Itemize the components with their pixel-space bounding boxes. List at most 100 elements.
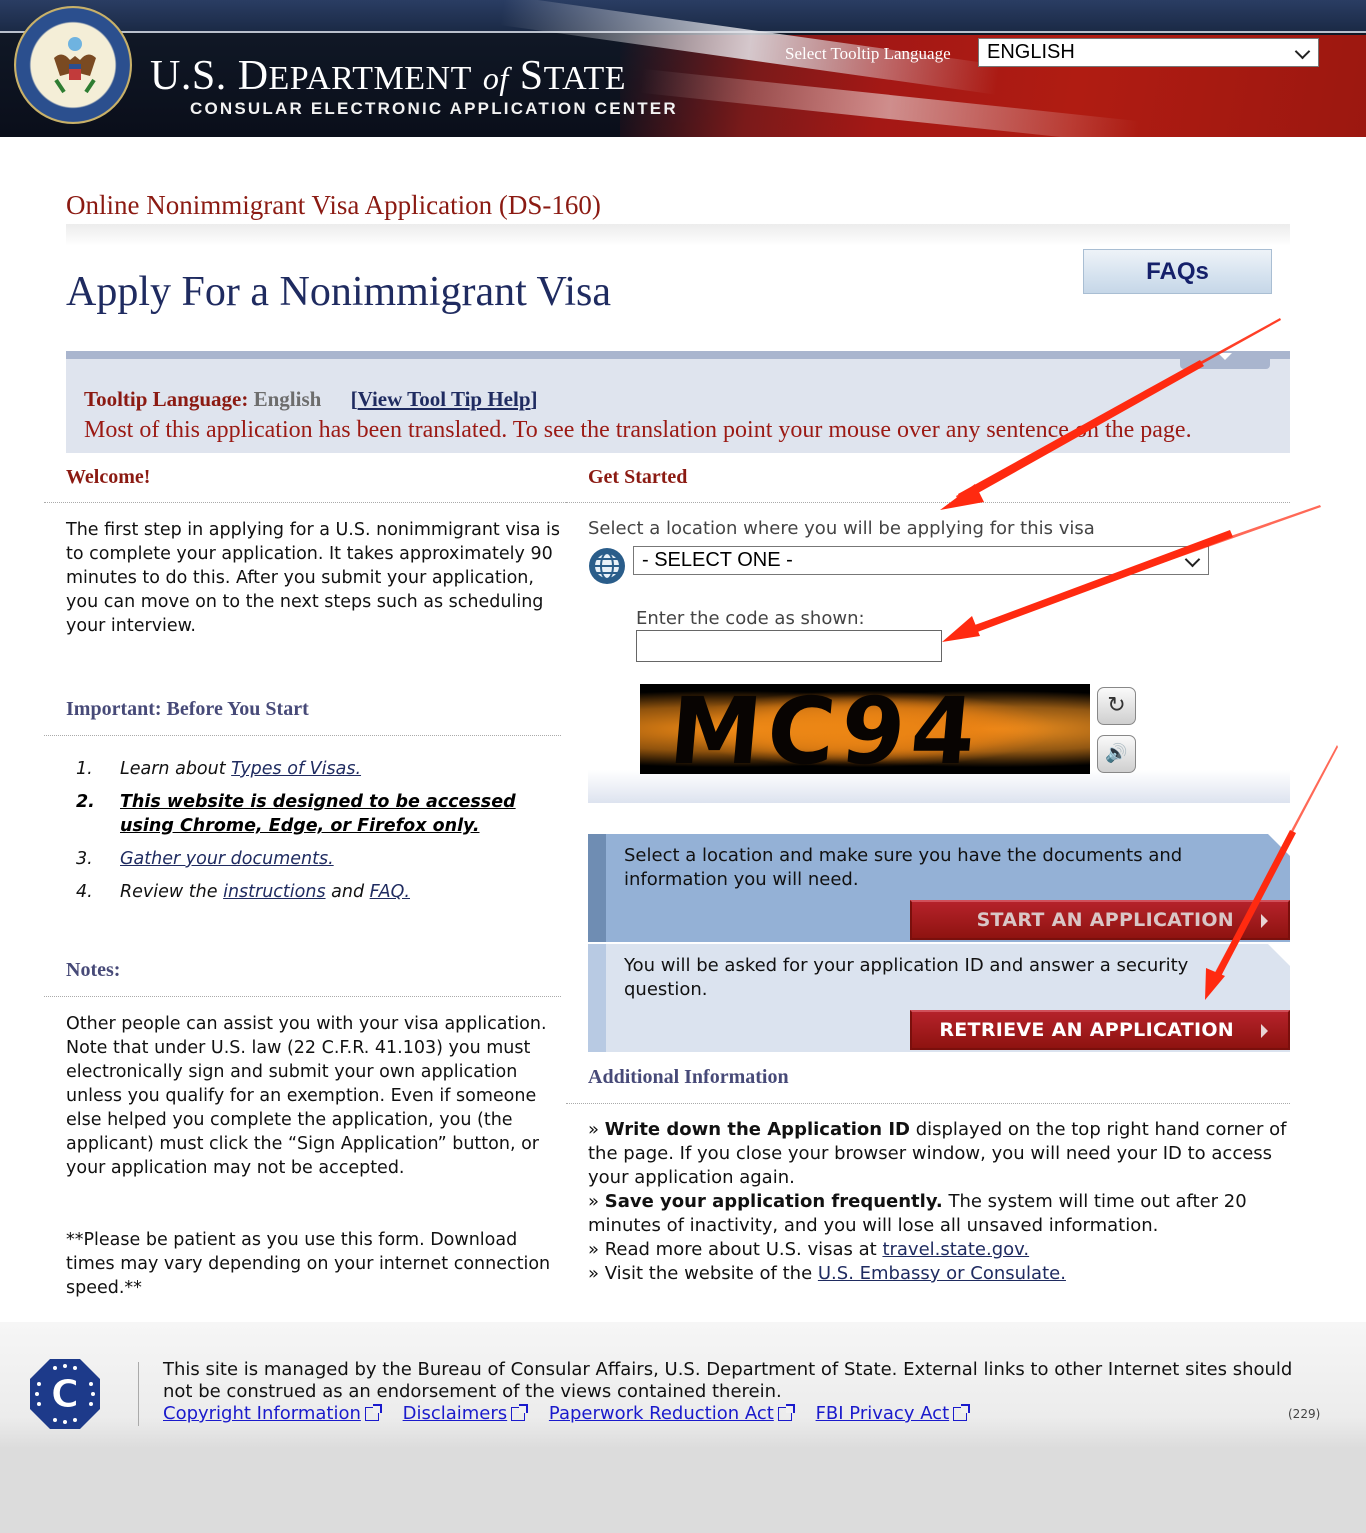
captcha-code-label: Enter the code as shown: <box>636 608 865 629</box>
list-item: 2. This website is designed to be access… <box>76 790 546 838</box>
arrow-right-icon <box>1261 914 1268 928</box>
divider <box>44 996 561 997</box>
footer-divider <box>138 1362 139 1426</box>
start-application-label: START AN APPLICATION <box>976 909 1234 931</box>
welcome-text: The first step in applying for a U.S. no… <box>66 520 560 636</box>
important-list: 1. Learn about Types of Visas. 2. This w… <box>76 757 546 913</box>
external-link-icon <box>511 1404 529 1421</box>
faq-link[interactable]: FAQ. <box>370 882 410 902</box>
divider <box>44 735 561 736</box>
retrieve-application-button[interactable]: RETRIEVE AN APPLICATION <box>910 1010 1290 1050</box>
captcha-code-input[interactable] <box>636 630 942 662</box>
bullet: » <box>588 1263 605 1284</box>
tooltip-help: [View Tool Tip Help] <box>351 387 538 411</box>
divider <box>566 502 1290 503</box>
site-footer: C This site is managed by the Bureau of … <box>0 1322 1366 1533</box>
divider <box>566 1103 1290 1104</box>
panel-corner <box>1268 944 1290 966</box>
item-text: Read more about U.S. visas at <box>604 1239 883 1260</box>
fbi-privacy-act-link[interactable]: FBI Privacy Act <box>815 1403 971 1424</box>
bullet: » <box>588 1119 605 1140</box>
bullet: » <box>588 1239 605 1260</box>
item-number: 2. <box>76 792 95 812</box>
location-label: Select a location where you will be appl… <box>588 518 1095 539</box>
get-started-heading: Get Started <box>588 466 688 488</box>
list-item: 1. Learn about Types of Visas. <box>76 757 546 781</box>
refresh-captcha-button[interactable]: ↻ <box>1097 687 1136 725</box>
start-application-button[interactable]: START AN APPLICATION <box>910 900 1290 940</box>
agency-title: U.S. DEPARTMENT of STATE <box>150 53 626 99</box>
browser-requirement-link[interactable]: This website is designed to be accessed … <box>120 792 516 836</box>
patience-note: **Please be patient as you use this form… <box>66 1230 551 1298</box>
panel-corner <box>1268 834 1290 856</box>
list-item: » Save your application frequently. The … <box>588 1190 1288 1238</box>
item-text: Learn about <box>120 759 232 779</box>
item-bold: Write down the Application ID <box>604 1119 910 1140</box>
embassy-consulate-link[interactable]: U.S. Embassy or Consulate. <box>818 1263 1066 1284</box>
external-link-icon <box>364 1404 382 1421</box>
link-label: FBI Privacy Act <box>815 1403 950 1424</box>
collapse-tab-icon[interactable] <box>1180 351 1270 369</box>
link-label: Disclaimers <box>402 1403 508 1424</box>
item-text: Visit the website of the <box>604 1263 818 1284</box>
globe-icon <box>589 548 625 584</box>
footer-links: Copyright Information Disclaimers Paperw… <box>163 1403 985 1425</box>
department-seal-icon <box>14 6 132 124</box>
start-application-text: Select a location and make sure you have… <box>624 845 1183 890</box>
form-title: Online Nonimmigrant Visa Application (DS… <box>66 190 601 220</box>
types-of-visas-link[interactable]: Types of Visas. <box>231 759 361 779</box>
list-item: 3. Gather your documents. <box>76 847 546 871</box>
notes-text: Other people can assist you with your vi… <box>66 1014 547 1178</box>
retrieve-application-text: You will be asked for your application I… <box>624 955 1189 1000</box>
site-header: U.S. DEPARTMENT of STATE CONSULAR ELECTR… <box>0 0 1366 137</box>
audio-captcha-button[interactable]: 🔊 <box>1097 735 1136 773</box>
chevron-down-icon <box>1184 551 1201 568</box>
important-heading: Important: Before You Start <box>66 698 309 720</box>
additional-info-heading: Additional Information <box>588 1066 789 1088</box>
tooltip-language-label: Tooltip Language: <box>84 387 249 411</box>
retrieve-application-label: RETRIEVE AN APPLICATION <box>939 1019 1234 1041</box>
notes-heading: Notes: <box>66 959 121 981</box>
refresh-icon: ↻ <box>1107 693 1126 718</box>
list-item: » Write down the Application ID displaye… <box>588 1118 1288 1190</box>
chevron-down-icon <box>1294 43 1311 60</box>
start-application-panel: Select a location and make sure you have… <box>588 834 1290 942</box>
bracket: ] <box>530 387 538 411</box>
external-link-icon <box>953 1404 971 1421</box>
tooltip-language-value: English <box>253 387 322 411</box>
bracket: [ <box>350 387 358 411</box>
disclaimers-link[interactable]: Disclaimers <box>402 1403 529 1424</box>
captcha-band <box>588 770 1290 803</box>
list-item: » Visit the website of the U.S. Embassy … <box>588 1262 1288 1286</box>
link-label: Copyright Information <box>163 1403 361 1424</box>
item-number: 3. <box>76 849 93 869</box>
tooltip-language-label: Select Tooltip Language <box>785 44 951 63</box>
travel-state-gov-link[interactable]: travel.state.gov. <box>882 1239 1029 1260</box>
tooltip-band: Tooltip Language: English [View Tool Tip… <box>66 351 1290 453</box>
external-link-icon <box>777 1404 795 1421</box>
speaker-icon: 🔊 <box>1105 743 1128 764</box>
gather-documents-link[interactable]: Gather your documents. <box>120 849 334 869</box>
location-select[interactable]: - SELECT ONE - <box>633 546 1209 575</box>
paperwork-reduction-act-link[interactable]: Paperwork Reduction Act <box>548 1403 795 1424</box>
captcha-image: MC94 <box>640 684 1090 774</box>
agency-subtitle: CONSULAR ELECTRONIC APPLICATION CENTER <box>190 99 678 118</box>
retrieve-application-panel: You will be asked for your application I… <box>588 944 1290 1052</box>
arrow-right-icon <box>1261 1024 1268 1038</box>
item-number: 1. <box>76 759 93 779</box>
view-tooltip-help-link[interactable]: View Tool Tip Help <box>358 387 531 411</box>
translation-message: Most of this application has been transl… <box>84 417 1192 443</box>
logo-letter: C <box>51 1372 79 1416</box>
location-select-value: - SELECT ONE - <box>642 549 793 571</box>
faqs-button[interactable]: FAQs <box>1083 249 1272 294</box>
instructions-link[interactable]: instructions <box>223 882 325 902</box>
page-title: Apply For a Nonimmigrant Visa <box>66 269 611 315</box>
tooltip-language-select[interactable]: ENGLISH <box>978 38 1319 67</box>
item-text: and <box>325 882 370 902</box>
item-bold: Save your application frequently. <box>604 1191 943 1212</box>
copyright-information-link[interactable]: Copyright Information <box>163 1403 382 1424</box>
captcha-text: MC94 <box>665 684 986 774</box>
list-item: 4. Review the instructions and FAQ. <box>76 880 546 904</box>
consular-affairs-logo-icon: C <box>30 1359 100 1429</box>
link-label: Paperwork Reduction Act <box>548 1403 774 1424</box>
